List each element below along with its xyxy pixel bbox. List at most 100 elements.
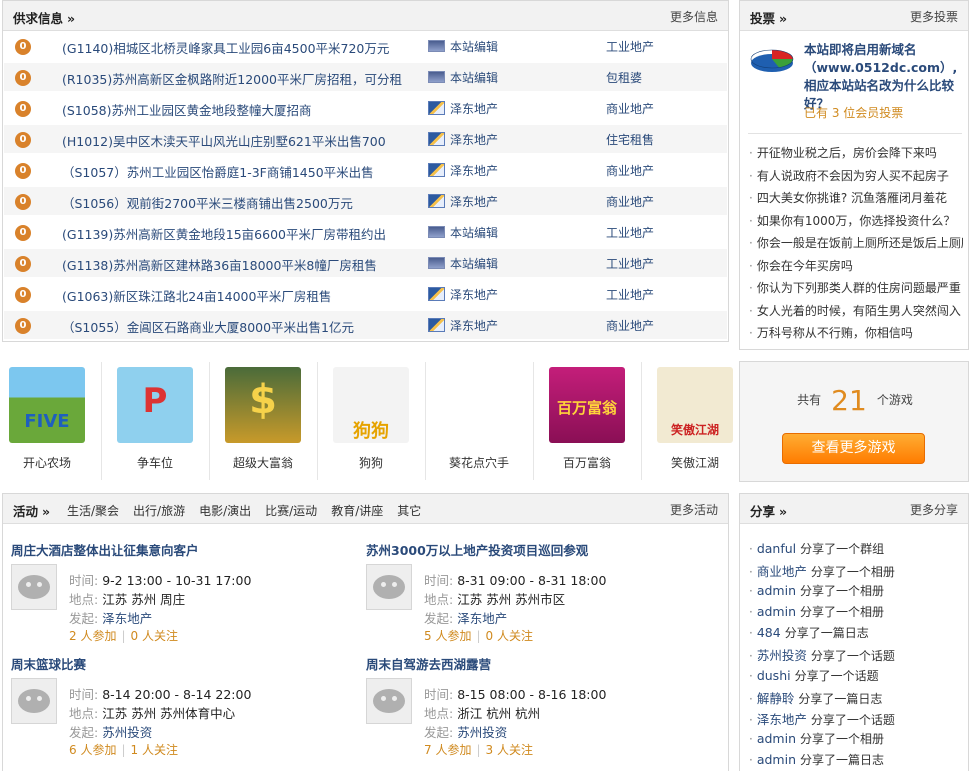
supply-category-link[interactable]: 商业地产 [606,100,654,117]
husky-dog-icon[interactable]: 狗狗 [333,367,409,443]
game-label[interactable]: 笑傲江湖 [650,454,740,471]
game-card[interactable]: $ 超级大富翁 [218,360,308,480]
supply-category-link[interactable]: 工业地产 [606,38,654,55]
share-user-link[interactable]: admin [757,604,796,619]
game-label[interactable]: 争车位 [110,454,200,471]
game-label[interactable]: 开心农场 [2,454,92,471]
game-card[interactable]: 笑傲江湖 笑傲江湖 [650,360,740,480]
game-card[interactable]: FIVE 开心农场 [2,360,92,480]
share-user-link[interactable]: admin [757,583,796,598]
activity-follow-count[interactable]: 3 人关注 [486,743,533,757]
vote-item-link[interactable]: 万科号称从不行贿，你相信吗 [749,324,963,347]
supply-item-link[interactable]: (G1139)苏州高新区黄金地段15亩6600平米厂房带租约出 [62,224,386,243]
supply-source-link[interactable]: 本站编辑 [450,69,498,86]
game-card[interactable]: 狗狗 狗狗 [326,360,416,480]
share-user-link[interactable]: 484 [757,625,781,640]
supply-source-link[interactable]: 本站编辑 [450,255,498,272]
activity-tab[interactable]: 其它 [397,504,421,518]
supply-category-link[interactable]: 住宅租售 [606,131,654,148]
vote-item-link[interactable]: 你会在今年买房吗 [749,257,963,280]
vote-item-link[interactable]: 如果你有1000万，你选择投资什么？ [749,212,963,235]
five-minutes-farm-icon[interactable]: FIVE [9,367,85,443]
activity-join-count[interactable]: 2 人参加 [69,629,116,643]
activity-join-count[interactable]: 7 人参加 [424,743,471,757]
activity-tab[interactable]: 比赛/运动 [265,504,317,518]
share-user-link[interactable]: danful [757,541,796,556]
supply-source-link[interactable]: 泽东地产 [450,131,498,148]
game-card[interactable]: 百万富翁 百万富翁 [542,360,632,480]
vote-item-link[interactable]: 开征物业税之后，房价会降下来吗 [749,144,963,167]
vote-headline[interactable]: 本站即将启用新域名（www.0512dc.com）,相应本站站名改为什么比较好？ [804,41,964,113]
activity-tab[interactable]: 教育/讲座 [331,504,383,518]
vote-item-link[interactable]: 你认为下列那类人群的住房问题最严重 [749,279,963,302]
dollar-tycoon-icon[interactable]: $ [225,367,301,443]
activity-thumbnail[interactable] [11,678,57,724]
share-user-link[interactable]: 商业地产 [757,564,807,579]
game-label[interactable]: 超级大富翁 [218,454,308,471]
game-label[interactable]: 狗狗 [326,454,416,471]
activity-title[interactable]: 活动» [13,501,50,520]
supply-item-link[interactable]: (G1140)相城区北桥灵峰家具工业园6亩4500平米720万元 [62,38,389,57]
activity-tab[interactable]: 电影/演出 [199,504,251,518]
supply-source-link[interactable]: 泽东地产 [450,162,498,179]
activity-thumbnail[interactable] [366,564,412,610]
activity-host-value[interactable]: 泽东地产 [102,611,152,626]
game-label[interactable]: 百万富翁 [542,454,632,471]
supply-category-link[interactable]: 工业地产 [606,255,654,272]
supply-source-link[interactable]: 本站编辑 [450,38,498,55]
supply-item-link[interactable]: （S1056）观前街2700平米三楼商铺出售2500万元 [62,193,353,212]
supply-source-link[interactable]: 泽东地产 [450,286,498,303]
activity-follow-count[interactable]: 0 人关注 [131,629,178,643]
vote-item-link[interactable]: 女人光着的时候，有陌生男人突然闯入 [749,302,963,325]
supply-item-link[interactable]: （S1057）苏州工业园区怡爵庭1-3F商铺1450平米出售 [62,162,374,181]
supply-category-link[interactable]: 工业地产 [606,224,654,241]
parking-sign-icon[interactable]: P [117,367,193,443]
activity-join-count[interactable]: 5 人参加 [424,629,471,643]
activity-follow-count[interactable]: 1 人关注 [131,743,178,757]
supply-category-link[interactable]: 商业地产 [606,317,654,334]
vote-more-link[interactable]: 更多投票 [910,8,958,25]
supply-item-link[interactable]: (G1138)苏州高新区建林路36亩18000平米8幢厂房租售 [62,255,377,274]
supply-source-link[interactable]: 泽东地产 [450,193,498,210]
cleaver-icon[interactable]: 笑傲江湖 [657,367,733,443]
supply-category-link[interactable]: 包租婆 [606,69,642,86]
share-user-link[interactable]: 解静聆 [757,691,795,706]
activity-title-link[interactable]: 周庄大酒店整体出让征集意向客户 [11,540,199,559]
activity-host-value[interactable]: 苏州投资 [102,725,152,740]
activity-thumbnail[interactable] [11,564,57,610]
supply-source-link[interactable]: 泽东地产 [450,317,498,334]
vote-item-link[interactable]: 四大美女你挑谁? 沉鱼落雁闭月羞花 [749,189,963,212]
activity-join-count[interactable]: 6 人参加 [69,743,116,757]
activity-host-value[interactable]: 泽东地产 [457,611,507,626]
game-card[interactable]: P 争车位 [110,360,200,480]
share-user-link[interactable]: 泽东地产 [757,712,807,727]
game-label[interactable]: 葵花点穴手 [434,454,524,471]
ninja-hat-icon[interactable] [441,367,517,443]
supply-category-link[interactable]: 商业地产 [606,193,654,210]
share-user-link[interactable]: admin [757,752,796,767]
vote-title[interactable]: 投票» [750,8,787,27]
vote-item-link[interactable]: 有人说政府不会因为穷人买不起房子 [749,167,963,190]
share-user-link[interactable]: admin [757,731,796,746]
more-games-button[interactable]: 查看更多游戏 [782,433,925,464]
vote-item-link[interactable]: 你会一般是在饭前上厕所还是饭后上厕所 [749,234,963,257]
activity-title-link[interactable]: 周末篮球比赛 [11,654,86,673]
supply-item-link[interactable]: （S1055）金阊区石路商业大厦8000平米出售1亿元 [62,317,354,336]
supply-item-link[interactable]: (H1012)吴中区木渎天平山风光山庄别墅621平米出售700 [62,131,386,150]
supply-more-link[interactable]: 更多信息 [670,8,718,25]
activity-title-link[interactable]: 苏州3000万以上地产投资项目巡回参观 [366,540,588,559]
activity-tab[interactable]: 出行/旅游 [133,504,185,518]
activity-more-link[interactable]: 更多活动 [670,501,718,518]
supply-category-link[interactable]: 工业地产 [606,286,654,303]
supply-item-link[interactable]: (G1063)新区珠江路北24亩14000平米厂房租售 [62,286,331,305]
millionaire-icon[interactable]: 百万富翁 [549,367,625,443]
share-user-link[interactable]: dushi [757,668,791,683]
game-card[interactable]: 葵花点穴手 [434,360,524,480]
supply-item-link[interactable]: (R1035)苏州高新区金枫路附近12000平米厂房招租，可分租 [62,69,402,88]
supply-source-link[interactable]: 泽东地产 [450,100,498,117]
supply-source-link[interactable]: 本站编辑 [450,224,498,241]
supply-item-link[interactable]: (S1058)苏州工业园区黄金地段整幢大厦招商 [62,100,312,119]
supply-category-link[interactable]: 商业地产 [606,162,654,179]
share-user-link[interactable]: 苏州投资 [757,648,807,663]
activity-follow-count[interactable]: 0 人关注 [486,629,533,643]
